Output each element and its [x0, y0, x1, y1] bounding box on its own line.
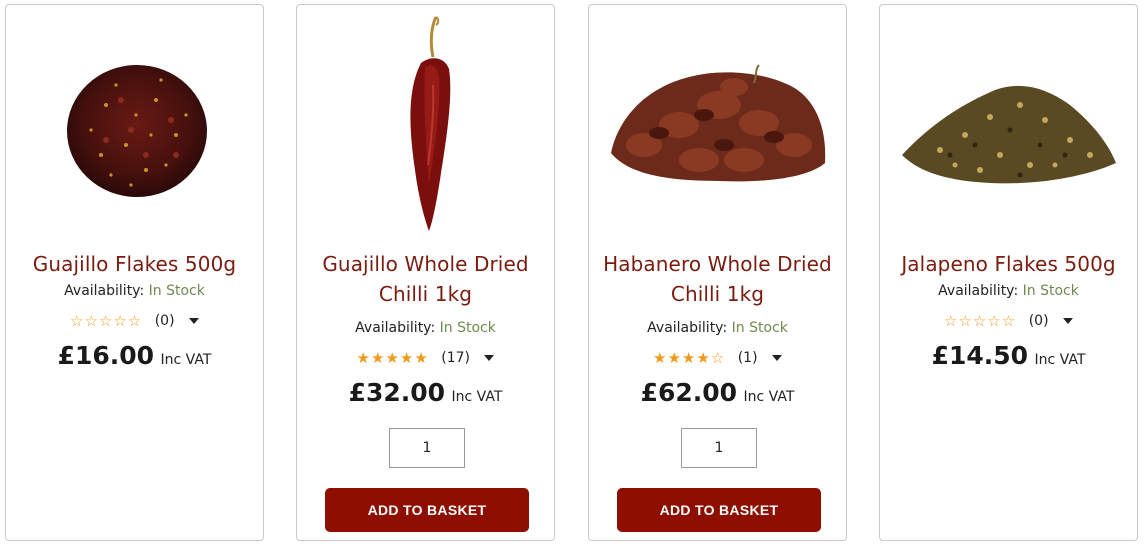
star-filled-icon: ★	[652, 349, 667, 367]
price-amount: £16.00	[57, 341, 155, 370]
star-filled-icon: ★	[667, 349, 681, 367]
product-card: Jalapeno Flakes 500g Availability: In St…	[879, 4, 1138, 541]
product-card: Habanero Whole Dried Chilli 1kg Availabi…	[588, 4, 847, 541]
star-filled-icon: ★	[696, 349, 710, 367]
star-filled-icon: ★	[385, 349, 399, 367]
price-amount: £62.00	[640, 378, 738, 407]
add-to-basket-button[interactable]: ADD TO BASKET	[325, 488, 529, 532]
star-empty-icon: ☆	[958, 312, 972, 330]
price: £14.50 Inc VAT	[880, 341, 1137, 370]
star-rating: ★★★★★	[357, 349, 429, 367]
price-amount: £32.00	[348, 378, 446, 407]
chevron-down-icon[interactable]	[1063, 318, 1073, 324]
star-empty-icon: ☆	[127, 312, 142, 330]
product-image[interactable]	[589, 5, 846, 241]
add-to-basket-button[interactable]: ADD TO BASKET	[617, 488, 821, 532]
star-filled-icon: ★	[370, 349, 385, 367]
price: £16.00 Inc VAT	[6, 341, 263, 370]
quantity-input[interactable]	[389, 428, 465, 468]
rating: ★★★★★ (17)	[297, 349, 554, 367]
quantity-input[interactable]	[681, 428, 757, 468]
availability-label: Availability:	[64, 283, 145, 299]
star-rating: ★★★★☆	[653, 349, 725, 367]
product-title[interactable]: Jalapeno Flakes 500g	[894, 249, 1123, 279]
star-empty-icon: ☆	[987, 312, 1001, 330]
rating: ☆☆☆☆☆ (0)	[6, 312, 263, 330]
product-card: Guajillo Whole Dried Chilli 1kg Availabi…	[296, 4, 555, 541]
chevron-down-icon[interactable]	[484, 355, 495, 361]
star-empty-icon: ☆	[84, 312, 98, 330]
availability-status: In Stock	[439, 320, 496, 336]
price-amount: £14.50	[931, 341, 1029, 370]
product-card: Guajillo Flakes 500g Availability: In St…	[5, 4, 264, 541]
price: £32.00 Inc VAT	[297, 378, 554, 407]
star-empty-icon: ☆	[98, 312, 113, 330]
availability: Availability: In Stock	[880, 283, 1137, 299]
price-suffix: Inc VAT	[160, 352, 212, 368]
product-title[interactable]: Habanero Whole Dried Chilli 1kg	[603, 249, 832, 309]
rating: ★★★★☆ (1)	[589, 349, 846, 367]
review-count: (17)	[441, 350, 470, 366]
product-image[interactable]	[6, 5, 263, 241]
star-empty-icon: ☆	[113, 312, 127, 330]
star-empty-icon: ☆	[69, 312, 84, 330]
price: £62.00 Inc VAT	[589, 378, 846, 407]
star-empty-icon: ☆	[710, 349, 725, 367]
availability: Availability: In Stock	[6, 283, 263, 299]
availability-status: In Stock	[148, 283, 205, 299]
availability-label: Availability:	[355, 320, 436, 336]
product-image[interactable]	[297, 5, 554, 241]
availability: Availability: In Stock	[589, 320, 846, 336]
price-suffix: Inc VAT	[1034, 352, 1086, 368]
star-empty-icon: ☆	[972, 312, 987, 330]
chevron-down-icon[interactable]	[772, 355, 782, 361]
star-rating: ☆☆☆☆☆	[944, 312, 1016, 330]
price-suffix: Inc VAT	[743, 389, 795, 405]
review-count: (0)	[154, 313, 175, 329]
product-image[interactable]	[880, 5, 1137, 241]
availability: Availability: In Stock	[297, 320, 554, 336]
review-count: (1)	[737, 350, 758, 366]
availability-label: Availability:	[647, 320, 728, 336]
product-title[interactable]: Guajillo Whole Dried Chilli 1kg	[311, 249, 540, 309]
star-filled-icon: ★	[399, 349, 414, 367]
star-empty-icon: ☆	[943, 312, 958, 330]
star-filled-icon: ★	[414, 349, 428, 367]
star-empty-icon: ☆	[1001, 312, 1016, 330]
rating: ☆☆☆☆☆ (0)	[880, 312, 1137, 330]
price-suffix: Inc VAT	[451, 389, 503, 405]
product-title[interactable]: Guajillo Flakes 500g	[20, 249, 249, 279]
review-count: (0)	[1028, 313, 1049, 329]
chevron-down-icon[interactable]	[189, 318, 199, 324]
availability-status: In Stock	[731, 320, 788, 336]
availability-status: In Stock	[1022, 283, 1079, 299]
star-rating: ☆☆☆☆☆	[70, 312, 142, 330]
star-filled-icon: ★	[681, 349, 696, 367]
availability-label: Availability:	[938, 283, 1019, 299]
star-filled-icon: ★	[356, 349, 370, 367]
